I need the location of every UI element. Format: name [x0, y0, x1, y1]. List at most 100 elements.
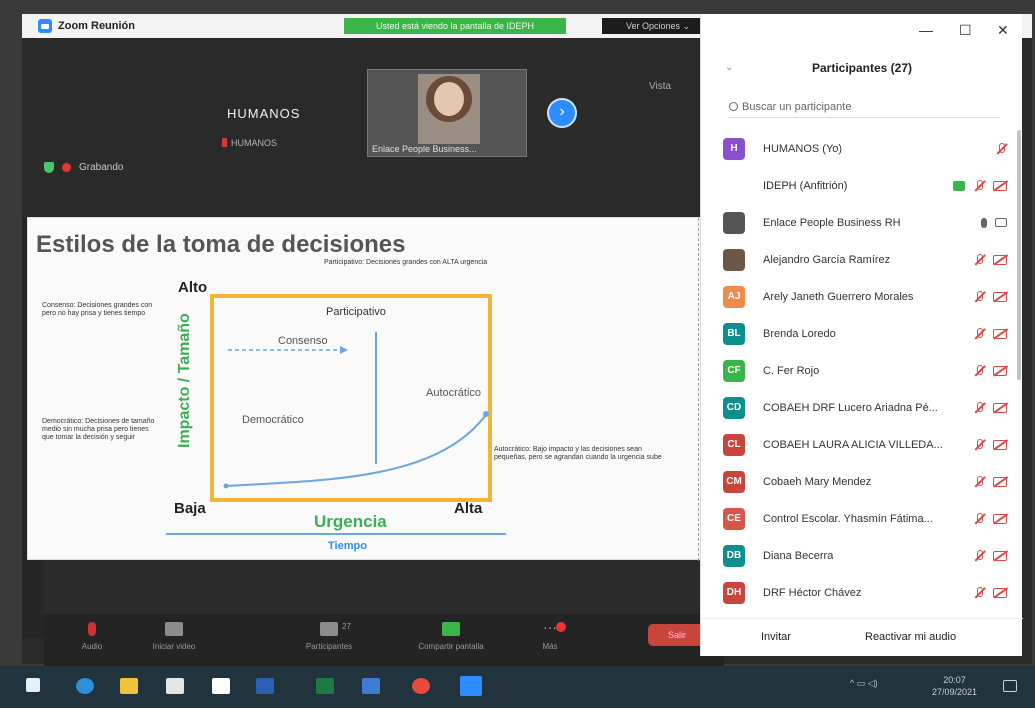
share-screen-button[interactable]: Compartir pantalla	[396, 622, 506, 651]
share-screen-icon	[442, 622, 460, 636]
participant-name: COBAEH LAURA ALICIA VILLEDA...	[763, 438, 943, 451]
zoom-taskbar-icon[interactable]	[460, 676, 482, 696]
self-tile-sublabel: HUMANOS	[231, 138, 278, 148]
axis-label-alto: Alto	[178, 279, 208, 296]
participant-row[interactable]: Enlace People Business RH	[701, 204, 1019, 241]
participant-row[interactable]: DH DRF Héctor Chávez	[701, 574, 1019, 611]
participant-row[interactable]: DB Diana Becerra	[701, 537, 1019, 574]
participant-row[interactable]: BL Brenda Loredo	[701, 315, 1019, 352]
mic-muted-icon	[995, 142, 1007, 155]
participativo-note: Participativo: Decisiones grandes con AL…	[324, 259, 488, 266]
participant-name: Brenda Loredo	[763, 327, 836, 340]
view-toggle-button[interactable]: Vista	[649, 81, 671, 92]
start-video-button[interactable]: Iniciar video	[134, 622, 214, 651]
axis-label-alta: Alta	[454, 500, 483, 517]
participant-avatar: CM	[723, 470, 745, 493]
axis-label-tiempo: Tiempo	[328, 540, 367, 552]
audio-button[interactable]: Audio	[72, 622, 112, 651]
camera-off-icon	[993, 365, 1007, 376]
start-video-label: Iniciar video	[152, 642, 196, 651]
unmute-button[interactable]: Reactivar mi audio	[865, 631, 956, 643]
screen-share-banner: Usted está viendo la pantalla de IDEPH	[344, 18, 566, 34]
participants-button[interactable]: 27 Participantes	[284, 622, 374, 651]
participant-row[interactable]: CL COBAEH LAURA ALICIA VILLEDA...	[701, 426, 1019, 463]
decision-matrix-lines	[223, 332, 489, 489]
participant-row[interactable]: Alejandro García Ramírez	[701, 241, 1019, 278]
participant-name: C. Fer Rojo	[763, 364, 820, 377]
quadrant-label-democratico: Democrático	[242, 414, 304, 426]
participant-row[interactable]: H HUMANOS (Yo)	[701, 130, 1019, 167]
participant-status-icons	[973, 401, 1007, 414]
axis-label-urgencia: Urgencia	[314, 512, 387, 531]
participant-status-icons	[981, 217, 1007, 228]
participant-row[interactable]: CM Cobaeh Mary Mendez	[701, 463, 1019, 500]
participant-search-input[interactable]: Buscar un participante	[729, 96, 999, 118]
panel-scrollbar[interactable]	[1017, 130, 1021, 380]
mail-icon[interactable]	[212, 678, 230, 694]
curve-start-point	[223, 483, 229, 489]
panel-footer: Invitar Reactivar mi audio	[701, 618, 1023, 652]
participant-list: H HUMANOS (Yo) IDEPH (Anfitrión) Enlace Peo…	[701, 130, 1019, 611]
minimize-icon[interactable]: —	[919, 22, 933, 38]
participant-video-tile[interactable]: Enlace People Business...	[367, 69, 527, 157]
notification-center-icon[interactable]	[1003, 680, 1017, 692]
participant-status-icons	[973, 253, 1007, 266]
recording-dot-icon	[62, 163, 71, 172]
system-tray-icons[interactable]: ^ ▭ ◁)	[850, 678, 878, 689]
camera-on-icon	[995, 218, 1007, 227]
photos-icon[interactable]	[362, 678, 380, 694]
search-icon	[729, 102, 738, 111]
close-icon[interactable]: ✕	[997, 22, 1009, 39]
participant-avatar: BL	[723, 322, 745, 345]
security-shield-icon[interactable]	[44, 162, 54, 173]
participant-status-icons	[973, 364, 1007, 377]
participant-name: HUMANOS (Yo)	[763, 142, 843, 155]
share-screen-label: Compartir pantalla	[418, 642, 484, 651]
participant-name: Diana Becerra	[763, 549, 834, 562]
zoom-logo-icon	[38, 19, 52, 33]
participant-name: Cobaeh Mary Mendez	[763, 475, 872, 488]
camera-off-icon	[993, 254, 1007, 265]
quadrant-label-participativo: Participativo	[326, 306, 386, 318]
participant-avatar: H	[723, 137, 745, 160]
word-icon[interactable]	[256, 678, 274, 694]
mic-muted-icon	[973, 475, 985, 488]
recording-label: Grabando	[79, 162, 124, 173]
camera-off-icon	[993, 328, 1007, 339]
participant-status-icons	[973, 586, 1007, 599]
mic-muted-icon	[973, 549, 985, 562]
tiempo-arrow-line	[166, 533, 506, 535]
participant-avatar: CL	[723, 433, 745, 456]
file-explorer-icon[interactable]	[120, 678, 138, 694]
participant-row[interactable]: CD COBAEH DRF Lucero Ariadna Pé...	[701, 389, 1019, 426]
mic-muted-icon	[973, 438, 985, 451]
edge-browser-icon[interactable]	[76, 678, 94, 694]
system-clock[interactable]: 20:07 27/09/2021	[932, 674, 977, 698]
participant-row[interactable]: CE Control Escolar. Yhasmín Fátima...	[701, 500, 1019, 537]
excel-icon[interactable]	[316, 678, 334, 694]
participant-row[interactable]: CF C. Fer Rojo	[701, 352, 1019, 389]
windows-start-icon[interactable]	[26, 678, 40, 692]
chrome-icon[interactable]	[412, 678, 430, 694]
participant-status-icons	[973, 438, 1007, 451]
participant-row[interactable]: IDEPH (Anfitrión)	[701, 167, 1019, 204]
participant-name: Control Escolar. Yhasmín Fátima...	[763, 512, 933, 525]
maximize-icon[interactable]: ☐	[959, 22, 972, 39]
more-button[interactable]: ··· Más	[530, 620, 570, 651]
quadrant-label-autocratico: Autocrático	[426, 387, 482, 399]
mic-muted-icon	[973, 253, 985, 266]
participant-status-icons	[973, 475, 1007, 488]
video-area: HUMANOS HUMANOS Enlace People Business..…	[22, 38, 702, 218]
panel-header: ⌄ Participantes (27)	[701, 56, 1023, 82]
participants-icon	[320, 622, 338, 636]
participant-face	[434, 82, 464, 116]
store-icon[interactable]	[166, 678, 184, 694]
next-page-arrow-icon[interactable]: ›	[547, 98, 577, 128]
leave-button[interactable]: Salir	[648, 624, 706, 646]
window-title: Zoom Reunión	[58, 20, 135, 32]
camera-off-icon	[993, 513, 1007, 524]
clock-time: 20:07	[943, 675, 966, 685]
invite-button[interactable]: Invitar	[761, 631, 791, 643]
participant-row[interactable]: AJ Arely Janeth Guerrero Morales	[701, 278, 1019, 315]
view-options-button[interactable]: Ver Opciones ⌄	[602, 18, 712, 34]
